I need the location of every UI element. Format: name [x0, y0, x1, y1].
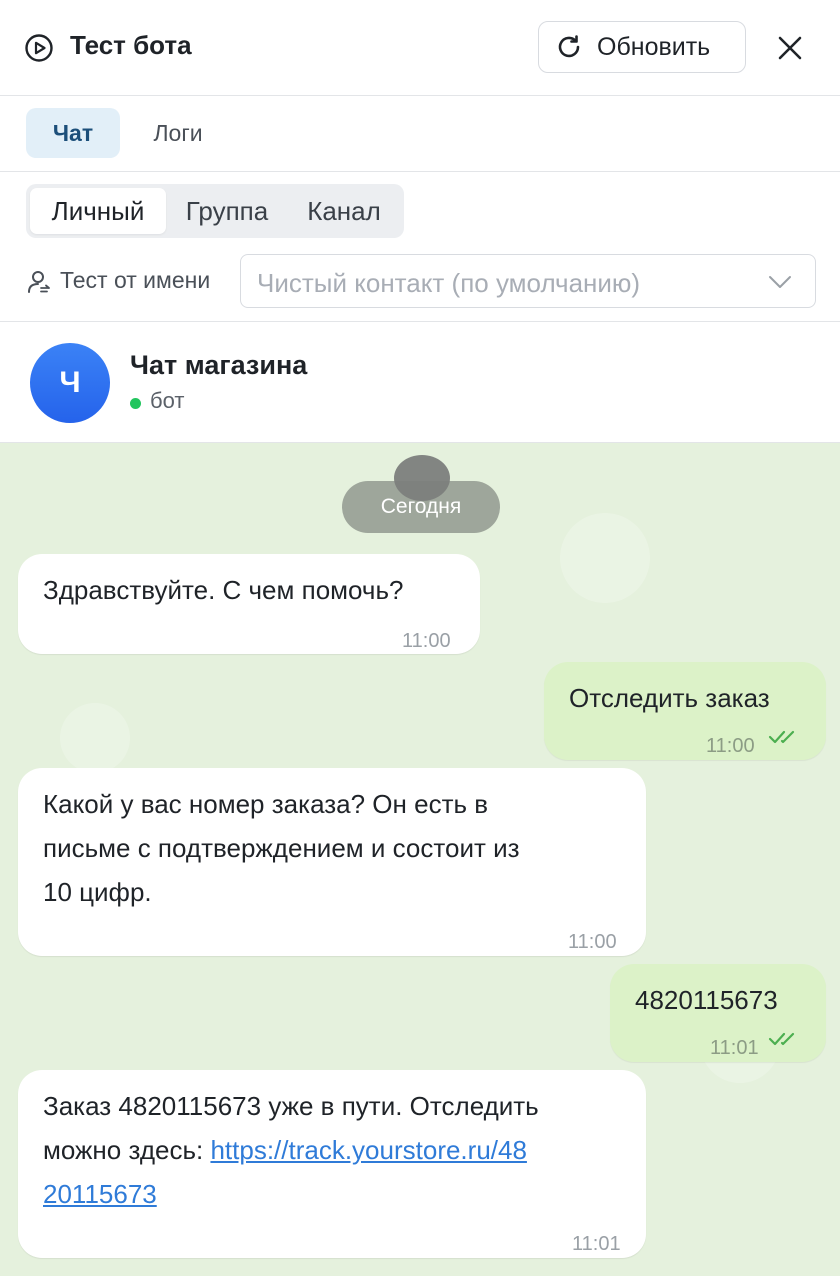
chat-type-personal[interactable]: Личный [30, 188, 166, 234]
scroll-indicator [394, 455, 450, 501]
message-text-line: Какой у вас номер заказа? Он есть в [43, 789, 489, 819]
chat-type-channel[interactable]: Канал [288, 188, 400, 234]
message-text: Здравствуйте. С чем помочь? [43, 575, 404, 605]
message-text: 4820115673 [635, 985, 778, 1015]
chat-type-segmented-control: Личный Группа Канал [26, 184, 404, 238]
test-as-label: Тест от имени [60, 267, 211, 293]
message-outgoing: Отследить заказ 11:00 [544, 662, 826, 760]
panel-title: Тест бота [70, 30, 192, 60]
panel-header: Тест бота Обновить [0, 0, 840, 96]
tab-chat[interactable]: Чат [26, 108, 120, 158]
message-text-line: 20115673 [43, 1172, 157, 1216]
background-pattern [60, 703, 130, 773]
background-pattern [560, 513, 650, 603]
chat-type-group[interactable]: Группа [170, 188, 284, 234]
test-as-select[interactable]: Чистый контакт (по умолчанию) [240, 254, 816, 308]
message-outgoing: 4820115673 11:01 [610, 964, 826, 1062]
read-checkmarks-icon [768, 1032, 795, 1046]
message-incoming: Какой у вас номер заказа? Он есть в пись… [18, 768, 646, 956]
play-circle-icon [25, 34, 53, 62]
message-text-line: можно здесь: https://track.yourstore.ru/… [43, 1128, 527, 1172]
message-time: 11:01 [710, 1037, 759, 1059]
message-time: 11:00 [706, 735, 755, 757]
message-text: можно здесь: [43, 1135, 211, 1165]
message-incoming: Здравствуйте. С чем помочь? 11:00 [18, 554, 480, 654]
chat-header: Ч Чат магазина бот [0, 321, 840, 443]
refresh-button[interactable]: Обновить [538, 21, 746, 73]
user-switch-icon [28, 271, 50, 293]
avatar: Ч [30, 343, 110, 423]
message-text-line: Заказ 4820115673 уже в пути. Отследить [43, 1091, 539, 1121]
refresh-button-label: Обновить [597, 32, 711, 61]
chat-messages-area[interactable]: Сегодня Здравствуйте. С чем помочь? 11:0… [0, 443, 840, 1276]
message-incoming: Заказ 4820115673 уже в пути. Отследить м… [18, 1070, 646, 1258]
chat-name: Чат магазина [130, 350, 308, 380]
refresh-icon [558, 35, 580, 58]
message-time: 11:00 [402, 630, 451, 652]
tab-logs[interactable]: Логи [130, 108, 226, 158]
message-text-line: письме с подтверждением и состоит из [43, 833, 520, 863]
test-as-row: Тест от имени Чистый контакт (по умолчан… [24, 254, 824, 310]
chat-status: бот [150, 388, 185, 413]
close-icon[interactable] [772, 30, 808, 66]
tracking-link-continued[interactable]: 20115673 [43, 1179, 157, 1209]
tab-bar: Чат Логи [0, 96, 840, 172]
test-as-placeholder: Чистый контакт (по умолчанию) [257, 268, 641, 298]
online-status-dot [130, 398, 141, 409]
message-text-line: 10 цифр. [43, 877, 152, 907]
chevron-down-icon [769, 276, 791, 288]
message-time: 11:00 [568, 931, 617, 953]
read-checkmarks-icon [768, 730, 795, 744]
message-text: Отследить заказ [569, 683, 770, 713]
message-time: 11:01 [572, 1233, 621, 1255]
tracking-link[interactable]: https://track.yourstore.ru/48 [210, 1135, 526, 1165]
